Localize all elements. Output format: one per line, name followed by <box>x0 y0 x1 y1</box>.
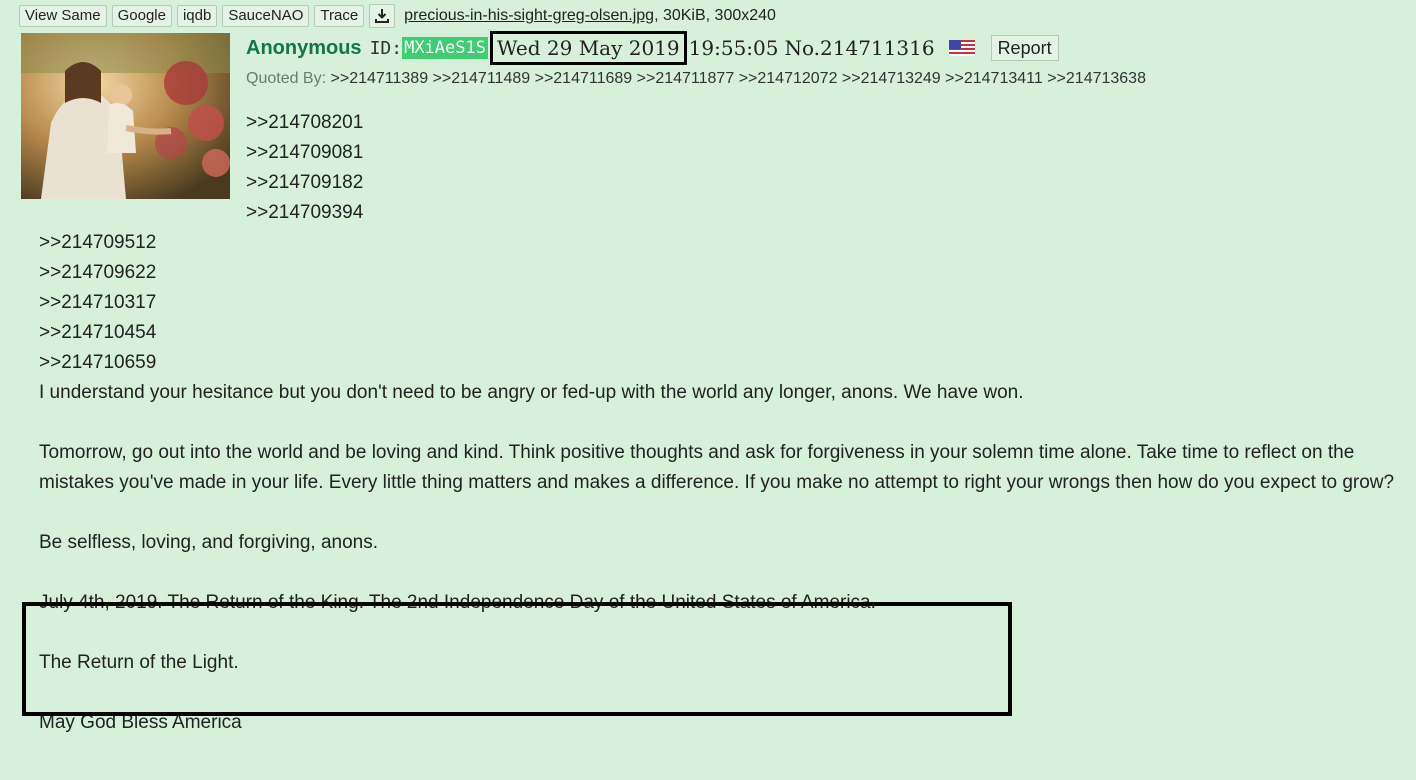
post-header: Anonymous ID: MXiAeS1S Wed 29 May 2019 1… <box>246 31 1059 65</box>
backlink[interactable]: >>214712072 <box>739 70 838 87</box>
post-paragraph: Be selfless, loving, and forgiving, anon… <box>39 532 379 553</box>
backlink[interactable]: >>214711389 <box>331 70 429 87</box>
quote-links-bottom: >>214709512 >>214709622 >>214710317 >>21… <box>39 228 156 378</box>
file-meta: , 30KiB, 300x240 <box>654 7 776 24</box>
saucenao-search-button[interactable]: SauceNAO <box>222 5 310 27</box>
poster-name: Anonymous <box>246 36 362 59</box>
us-flag-icon <box>948 40 975 56</box>
quote-link[interactable]: >>214709512 <box>39 228 156 258</box>
file-name-link[interactable]: precious-in-his-sight-greg-olsen.jpg <box>404 7 654 24</box>
trace-search-button[interactable]: Trace <box>314 5 365 27</box>
post-paragraph: I understand your hesitance but you don'… <box>39 382 1024 403</box>
quote-link[interactable]: >>214709182 <box>246 168 363 198</box>
file-info: precious-in-his-sight-greg-olsen.jpg, 30… <box>404 7 776 25</box>
report-button[interactable]: Report <box>990 35 1059 61</box>
quote-link[interactable]: >>214709394 <box>246 198 363 228</box>
backlink[interactable]: >>214713638 <box>1047 70 1146 87</box>
post-paragraph: Tomorrow, go out into the world and be l… <box>39 442 1395 493</box>
image-search-toolbar: View Same Google iqdb SauceNAO Trace pre… <box>19 4 776 28</box>
quote-link[interactable]: >>214709622 <box>39 258 156 288</box>
quoted-by-label: Quoted By: <box>246 70 327 87</box>
google-search-button[interactable]: Google <box>111 5 172 27</box>
poster-id-badge[interactable]: MXiAeS1S <box>402 37 488 59</box>
quote-link[interactable]: >>214709081 <box>246 138 363 168</box>
quoted-by-list: Quoted By: >>214711389 >>214711489 >>214… <box>246 70 1146 88</box>
backlink[interactable]: >>214711877 <box>637 70 735 87</box>
iqdb-search-button[interactable]: iqdb <box>176 5 218 27</box>
quote-link[interactable]: >>214708201 <box>246 108 363 138</box>
post-date: Wed 29 May 2019 <box>489 31 687 65</box>
poster-id-label: ID: <box>369 37 403 59</box>
quote-link[interactable]: >>214710317 <box>39 288 156 318</box>
backlink[interactable]: >>214713249 <box>842 70 941 87</box>
post-time: 19:55:05 <box>688 36 779 60</box>
view-same-button[interactable]: View Same <box>19 5 107 27</box>
annotation-highlight-box <box>22 602 1012 716</box>
post-thumbnail-image[interactable] <box>21 33 230 199</box>
backlink[interactable]: >>214711689 <box>535 70 633 87</box>
download-icon[interactable] <box>369 4 396 28</box>
backlink[interactable]: >>214713411 <box>945 70 1043 87</box>
quote-link[interactable]: >>214710659 <box>39 348 156 378</box>
backlink[interactable]: >>214711489 <box>433 70 531 87</box>
quote-link[interactable]: >>214710454 <box>39 318 156 348</box>
post-number-link[interactable]: No.214711316 <box>784 36 934 60</box>
quote-links-top: >>214708201 >>214709081 >>214709182 >>21… <box>246 108 363 228</box>
